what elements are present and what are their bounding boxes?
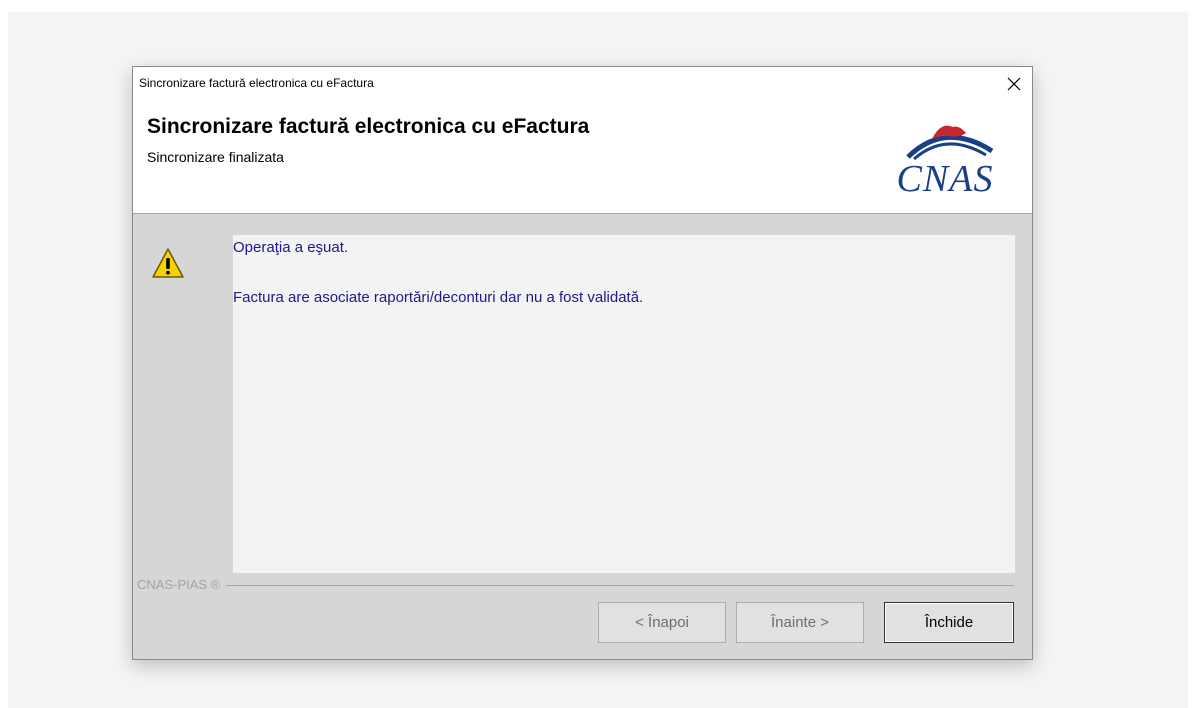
footer-brand-divider: CNAS-PIAS ® (137, 577, 1014, 593)
header-title: Sincronizare factură electronica cu eFac… (147, 115, 590, 138)
wizard-header: Sincronizare factură electronica cu eFac… (133, 101, 1032, 214)
message-panel: Operaţia a eşuat. Factura are asociate r… (233, 235, 1015, 573)
close-button[interactable]: Închide (884, 602, 1014, 643)
back-button[interactable]: < Înapoi (598, 602, 726, 643)
next-button[interactable]: Înainte > (736, 602, 864, 643)
status-message: Operaţia a eşuat. (233, 239, 349, 256)
footer-brand-label: CNAS-PIAS ® (137, 577, 227, 592)
warning-icon (152, 248, 184, 278)
window-titlebar: Sincronizare factură electronica cu eFac… (133, 67, 1032, 101)
header-subtitle: Sincronizare finalizata (147, 149, 284, 165)
sync-dialog: Sincronizare factură electronica cu eFac… (132, 66, 1033, 660)
cnas-logo: CNAS (880, 115, 1010, 205)
close-icon (1007, 77, 1021, 91)
footer-divider-line (137, 585, 1014, 586)
window-title: Sincronizare factură electronica cu eFac… (139, 76, 374, 90)
window-close-button[interactable] (996, 67, 1032, 101)
cnas-logo-text: CNAS (896, 158, 994, 200)
detail-message: Factura are asociate raportări/deconturi… (233, 289, 644, 306)
